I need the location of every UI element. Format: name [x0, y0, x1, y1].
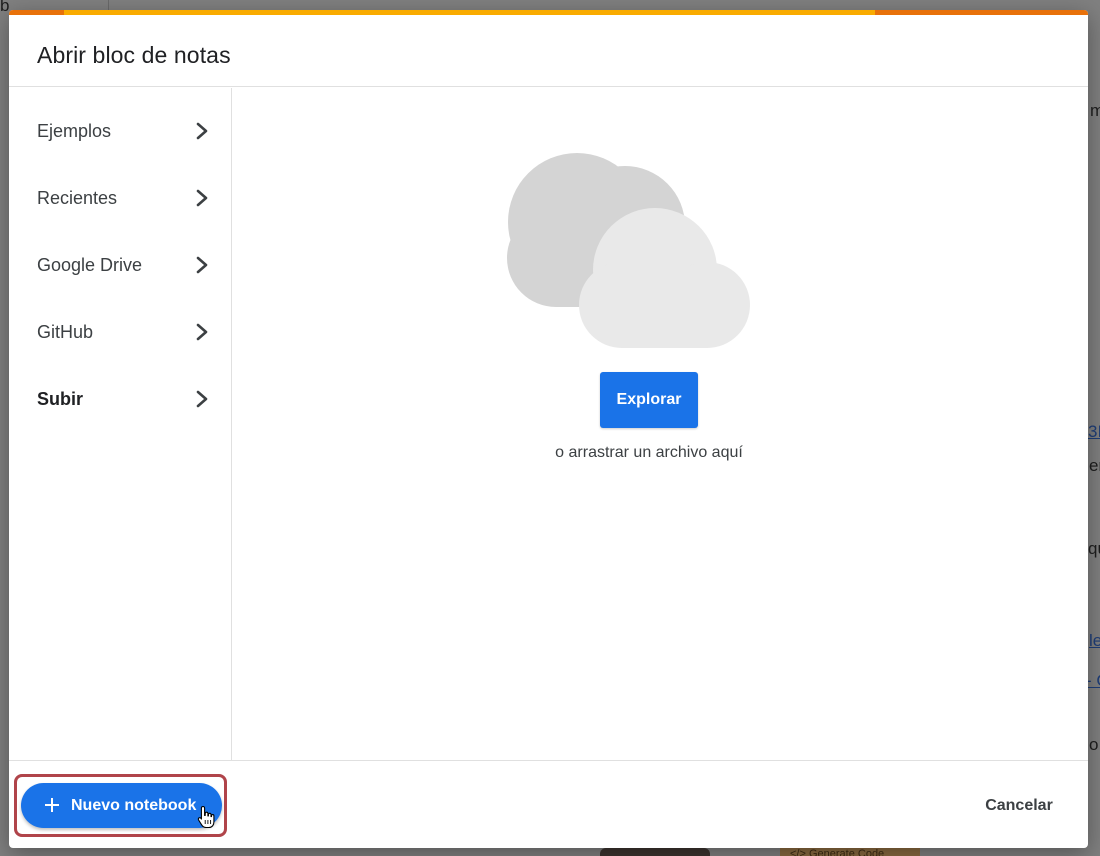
background-text-fragment: m [1090, 101, 1100, 120]
sidebar-item-label: Ejemplos [37, 120, 112, 141]
cancel-button[interactable]: Cancelar [969, 789, 1069, 823]
browse-button[interactable]: Explorar [600, 372, 698, 428]
sidebar-item-ejemplos[interactable]: Ejemplos [9, 101, 231, 161]
chevron-right-icon [196, 122, 208, 140]
dialog-header: Abrir bloc de notas [9, 15, 1088, 87]
sidebar-item-label: Google Drive [37, 254, 143, 275]
dialog-footer: Nuevo notebook Cancelar [9, 760, 1088, 848]
hand-pointer-icon [197, 805, 215, 829]
sidebar-item-recientes[interactable]: Recientes [9, 168, 231, 228]
background-text-fragment: o [1089, 735, 1099, 754]
background-link-fragment: le [1089, 631, 1100, 650]
drop-file-hint: o arrastrar un archivo aquí [555, 444, 743, 461]
new-notebook-label: Nuevo notebook [71, 796, 197, 814]
dialog-title: Abrir bloc de notas [37, 42, 231, 68]
chevron-right-icon [196, 256, 208, 274]
sidebar-item-label: Subir [37, 388, 84, 409]
chevron-right-icon [196, 390, 208, 408]
open-notebook-dialog: Abrir bloc de notas Ejemplos Recientes G… [9, 10, 1088, 848]
sidebar-item-google-drive[interactable]: Google Drive [9, 235, 231, 295]
background-text-fragment: qu [1088, 539, 1100, 558]
chevron-right-icon [196, 323, 208, 341]
upload-panel: Explorar o arrastrar un archivo aquí [233, 88, 1088, 760]
sidebar-item-label: Recientes [37, 187, 118, 208]
background-link-fragment: 3I [1088, 422, 1100, 441]
plus-icon [45, 798, 59, 812]
dialog-sidebar: Ejemplos Recientes Google Drive GitHub S… [9, 88, 232, 760]
sidebar-item-label: GitHub [37, 321, 94, 342]
cloud-icon [507, 153, 750, 348]
sidebar-item-github[interactable]: GitHub [9, 302, 231, 362]
chevron-right-icon [196, 189, 208, 207]
background-text-fragment: er [1089, 456, 1100, 475]
sidebar-item-subir[interactable]: Subir [9, 369, 231, 429]
new-notebook-button[interactable]: Nuevo notebook [21, 783, 222, 828]
background-link-fragment: - C [1086, 671, 1100, 690]
background-thumbnail [600, 848, 710, 856]
